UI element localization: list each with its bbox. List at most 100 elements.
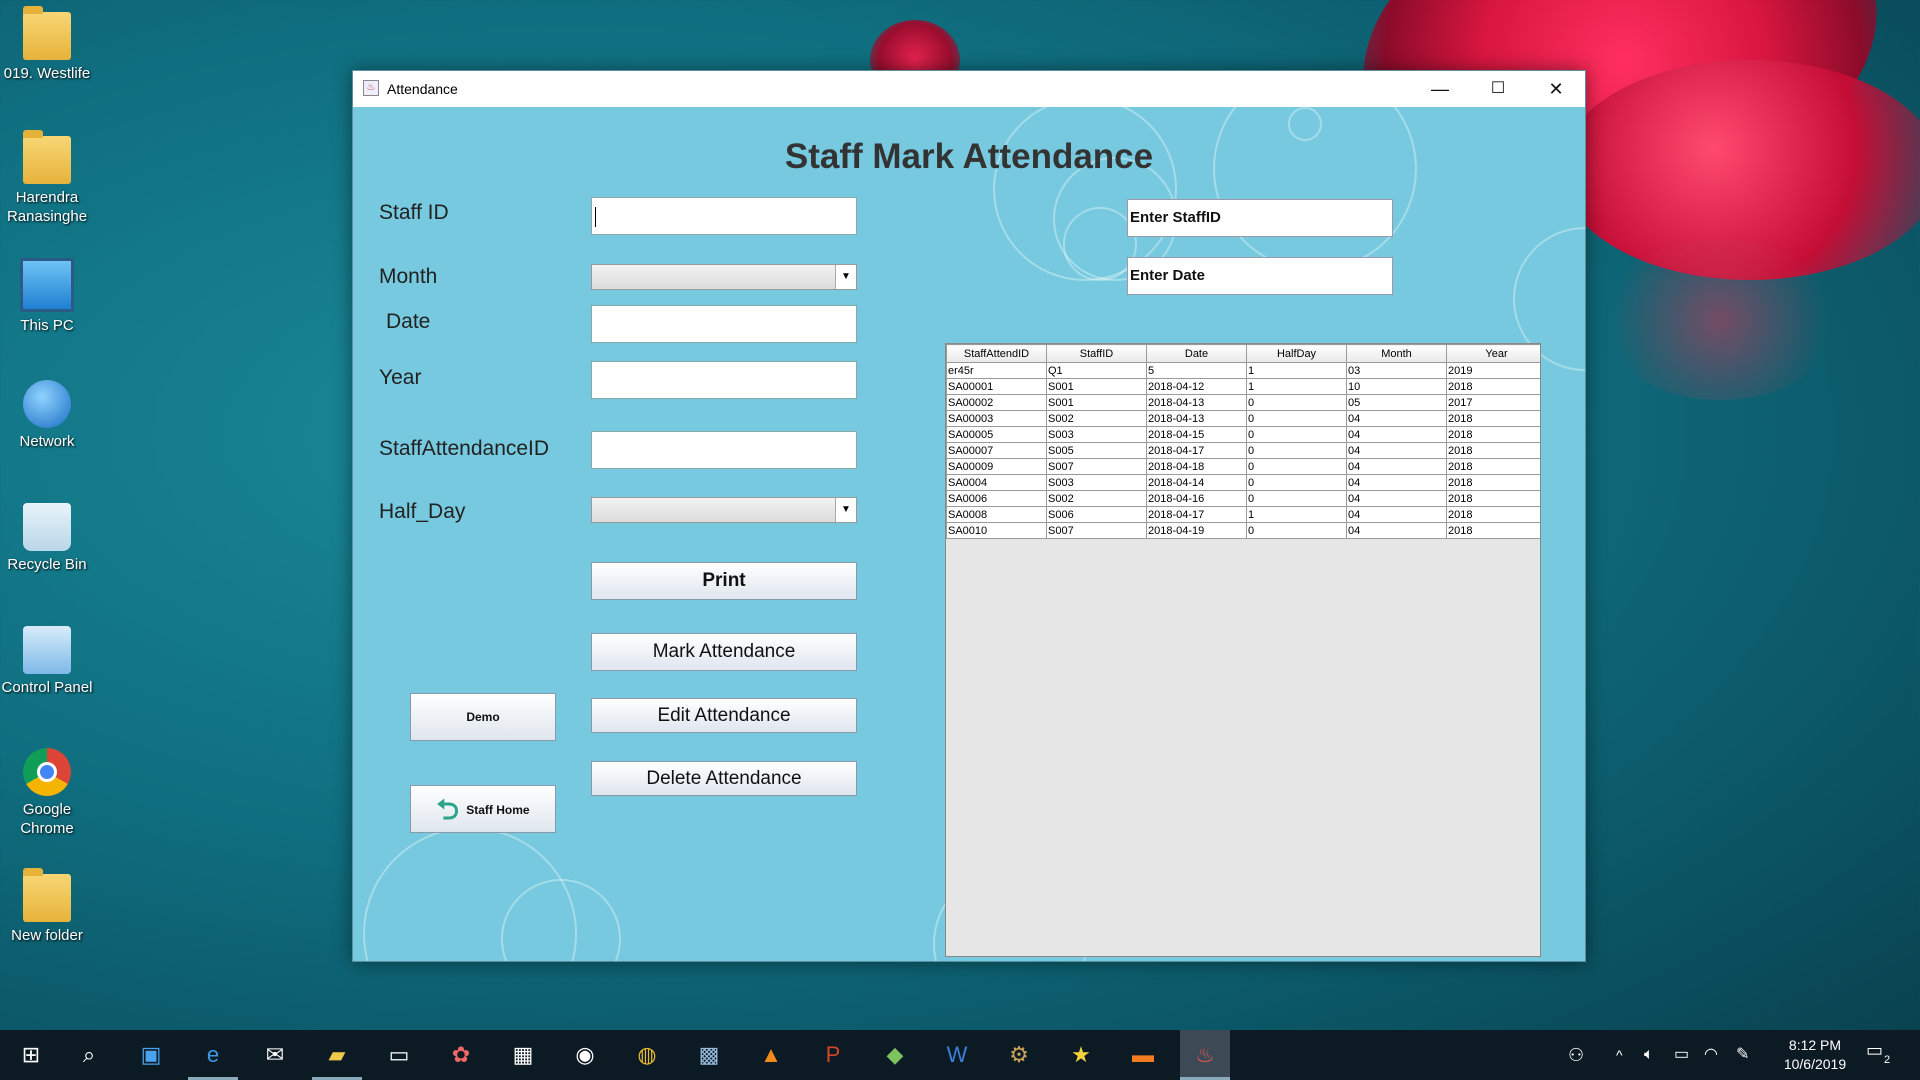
- search-date-input[interactable]: Enter Date: [1127, 257, 1393, 295]
- table-cell[interactable]: SA00002: [946, 394, 1047, 411]
- media-player-icon[interactable]: ◉: [560, 1030, 610, 1080]
- search-staff-id-input[interactable]: Enter StaffID: [1127, 199, 1393, 237]
- demo-button[interactable]: Demo: [410, 693, 556, 741]
- store-icon[interactable]: ▣: [126, 1030, 176, 1080]
- table-cell[interactable]: 2018-04-13: [1146, 410, 1247, 427]
- table-row[interactable]: SA0006 S002 2018-04-16 0 04 2018: [946, 490, 1540, 507]
- desktop-icon-new-folder[interactable]: New folder: [0, 868, 94, 945]
- settings-gear-icon[interactable]: ⚙: [994, 1030, 1044, 1080]
- desktop-icon-recycle-bin[interactable]: Recycle Bin: [0, 503, 94, 574]
- desktop-icon-harendra[interactable]: Harendra Ranasinghe: [0, 130, 94, 226]
- table-cell[interactable]: 5: [1146, 362, 1247, 379]
- java-taskbar-icon[interactable]: ♨: [1180, 1030, 1230, 1080]
- table-cell[interactable]: 04: [1346, 474, 1447, 491]
- table-cell[interactable]: 2018: [1446, 490, 1540, 507]
- photos-app-icon[interactable]: ▩: [684, 1030, 734, 1080]
- table-row[interactable]: SA0010 S007 2018-04-19 0 04 2018: [946, 522, 1540, 539]
- table-cell[interactable]: S005: [1046, 442, 1147, 459]
- table-cell[interactable]: SA00007: [946, 442, 1047, 459]
- start-button[interactable]: ⊞: [6, 1030, 56, 1080]
- month-select[interactable]: ▼: [591, 264, 857, 290]
- table-cell[interactable]: 2017: [1446, 394, 1540, 411]
- desktop-icon-westlife[interactable]: 019. Westlife: [0, 6, 94, 83]
- terminal-icon[interactable]: ▭: [374, 1030, 424, 1080]
- powerpoint-icon[interactable]: P: [808, 1030, 858, 1080]
- date-input[interactable]: [591, 305, 857, 343]
- table-cell[interactable]: S003: [1046, 474, 1147, 491]
- taskbar-clock[interactable]: 8:12 PM 10/6/2019: [1770, 1036, 1860, 1074]
- table-cell[interactable]: 2018: [1446, 522, 1540, 539]
- table-cell[interactable]: 0: [1246, 426, 1347, 443]
- table-cell[interactable]: S006: [1046, 506, 1147, 523]
- paint-icon[interactable]: ✿: [436, 1030, 486, 1080]
- desktop-icon-control-panel[interactable]: Control Panel: [0, 626, 94, 697]
- android-studio-icon[interactable]: ◆: [870, 1030, 920, 1080]
- table-cell[interactable]: 10: [1346, 378, 1447, 395]
- year-input[interactable]: [591, 361, 857, 399]
- table-cell[interactable]: Q1: [1046, 362, 1147, 379]
- table-cell[interactable]: SA0004: [946, 474, 1047, 491]
- edit-attendance-button[interactable]: Edit Attendance: [591, 698, 857, 733]
- table-row[interactable]: SA00001 S001 2018-04-12 1 10 2018: [946, 378, 1540, 395]
- chevron-down-icon[interactable]: ▼: [835, 498, 856, 522]
- table-cell[interactable]: 04: [1346, 410, 1447, 427]
- table-cell[interactable]: 0: [1246, 458, 1347, 475]
- desktop-icon-chrome[interactable]: Google Chrome: [0, 748, 94, 838]
- notification-center-icon[interactable]: ▭ 2: [1866, 1040, 1902, 1070]
- table-cell[interactable]: 0: [1246, 442, 1347, 459]
- minimize-button[interactable]: —: [1411, 71, 1469, 107]
- chevron-up-icon[interactable]: ^: [1616, 1030, 1623, 1080]
- table-cell[interactable]: 2018-04-13: [1146, 394, 1247, 411]
- table-cell[interactable]: 0: [1246, 490, 1347, 507]
- delete-attendance-button[interactable]: Delete Attendance: [591, 761, 857, 796]
- table-row[interactable]: SA00009 S007 2018-04-18 0 04 2018: [946, 458, 1540, 475]
- battery-icon[interactable]: ▭: [1674, 1030, 1689, 1080]
- table-cell[interactable]: 2018-04-14: [1146, 474, 1247, 491]
- table-row[interactable]: SA0008 S006 2018-04-17 1 04 2018: [946, 506, 1540, 523]
- table-cell[interactable]: 2018-04-19: [1146, 522, 1247, 539]
- word-icon[interactable]: W: [932, 1030, 982, 1080]
- table-cell[interactable]: 0: [1246, 394, 1347, 411]
- table-cell[interactable]: 0: [1246, 474, 1347, 491]
- search-icon[interactable]: ⌕: [64, 1030, 114, 1080]
- table-cell[interactable]: SA0010: [946, 522, 1047, 539]
- table-cell[interactable]: 04: [1346, 426, 1447, 443]
- table-cell[interactable]: 1: [1246, 506, 1347, 523]
- close-button[interactable]: ✕: [1527, 71, 1585, 107]
- table-row[interactable]: SA00005 S003 2018-04-15 0 04 2018: [946, 426, 1540, 443]
- table-cell[interactable]: 2018-04-18: [1146, 458, 1247, 475]
- half-day-select[interactable]: ▼: [591, 497, 857, 523]
- table-row[interactable]: SA00007 S005 2018-04-17 0 04 2018: [946, 442, 1540, 459]
- maximize-button[interactable]: ☐: [1469, 71, 1527, 107]
- table-cell[interactable]: 2018: [1446, 442, 1540, 459]
- table-cell[interactable]: 03: [1346, 362, 1447, 379]
- staff-home-button[interactable]: ⮌ Staff Home: [410, 785, 556, 833]
- table-column-header[interactable]: HalfDay: [1246, 344, 1347, 363]
- table-row[interactable]: SA00003 S002 2018-04-13 0 04 2018: [946, 410, 1540, 427]
- chevron-down-icon[interactable]: ▼: [835, 265, 856, 289]
- table-row[interactable]: er45r Q1 5 1 03 2019: [946, 362, 1540, 379]
- chrome-taskbar-icon[interactable]: ◍: [622, 1030, 672, 1080]
- desktop-icon-this-pc[interactable]: This PC: [0, 258, 94, 335]
- table-cell[interactable]: SA00001: [946, 378, 1047, 395]
- desktop-icon-network[interactable]: Network: [0, 380, 94, 451]
- table-cell[interactable]: 04: [1346, 458, 1447, 475]
- table-cell[interactable]: 2018-04-17: [1146, 442, 1247, 459]
- table-cell[interactable]: 04: [1346, 442, 1447, 459]
- table-cell[interactable]: 04: [1346, 490, 1447, 507]
- table-cell[interactable]: 04: [1346, 522, 1447, 539]
- vlc-icon[interactable]: ▲: [746, 1030, 796, 1080]
- table-cell[interactable]: 2018: [1446, 410, 1540, 427]
- table-cell[interactable]: 0: [1246, 522, 1347, 539]
- table-cell[interactable]: S007: [1046, 522, 1147, 539]
- table-cell[interactable]: SA0008: [946, 506, 1047, 523]
- table-cell[interactable]: 2018: [1446, 506, 1540, 523]
- table-cell[interactable]: 05: [1346, 394, 1447, 411]
- star-app-icon[interactable]: ★: [1056, 1030, 1106, 1080]
- table-cell[interactable]: 2018-04-15: [1146, 426, 1247, 443]
- volume-icon[interactable]: 🔈︎: [1644, 1030, 1654, 1080]
- table-column-header[interactable]: StaffAttendID: [946, 344, 1047, 363]
- table-cell[interactable]: S001: [1046, 394, 1147, 411]
- sublime-icon[interactable]: ▬: [1118, 1030, 1168, 1080]
- table-cell[interactable]: 2018-04-17: [1146, 506, 1247, 523]
